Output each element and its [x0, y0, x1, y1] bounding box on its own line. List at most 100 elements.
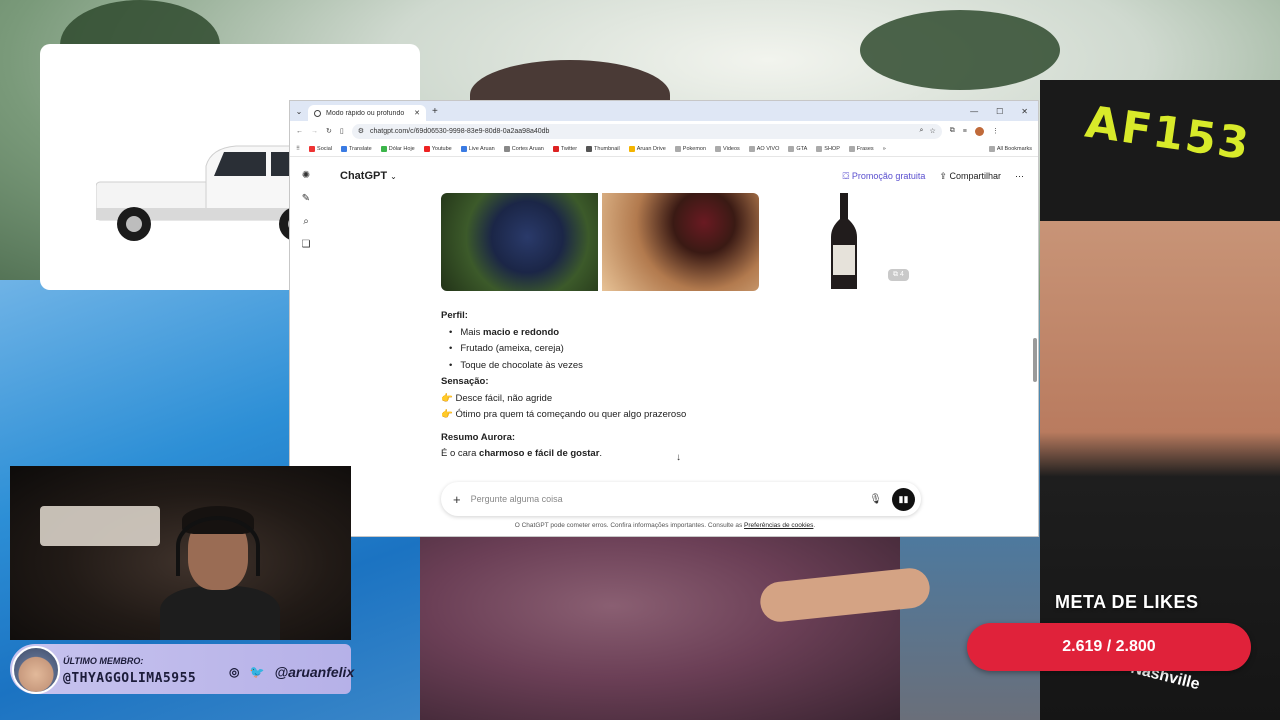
- streamer: [160, 506, 280, 640]
- member-label: ÚLTIMO MEMBRO:: [63, 656, 144, 666]
- bookmark-cortes-aruan[interactable]: Cortes Aruan: [503, 145, 544, 152]
- member-name: @THYAGGOLIMA5955: [63, 671, 197, 686]
- bookmark-frases[interactable]: Frases: [848, 145, 874, 152]
- bookmark-social[interactable]: Social: [309, 145, 332, 152]
- close-tab-icon[interactable]: ✕: [414, 109, 420, 117]
- profile-list: Mais macio e redondo Frutado (ameixa, ce…: [441, 325, 881, 375]
- social-handle: @aruanfelix: [274, 664, 355, 680]
- new-tab-icon[interactable]: +: [432, 106, 438, 117]
- palm-foliage: [860, 10, 1060, 90]
- likes-goal-value: 2.619 / 2.800: [1062, 638, 1156, 655]
- header-actions: ⛋ Promoção gratuita ⇪ Compartilhar ⋯: [843, 171, 1024, 182]
- bookmark-star-icon[interactable]: ☆: [929, 127, 935, 135]
- list-item: 👉 Desce fácil, não agride: [441, 392, 553, 404]
- more-options-icon[interactable]: ⋯: [1015, 171, 1024, 182]
- webcam-feed: [10, 466, 351, 640]
- forward-icon[interactable]: →: [311, 128, 318, 135]
- cookie-preferences-link[interactable]: Preferências de cookies: [744, 522, 813, 529]
- bookmark-thumbnail[interactable]: Thumbnail: [586, 145, 620, 152]
- tab-title: Modo rápido ou profundo: [326, 109, 405, 117]
- assistant-message: Perfil: Mais macio e redondo Frutado (am…: [441, 308, 881, 463]
- microphone-icon[interactable]: 🎙: [869, 494, 882, 505]
- instagram-icon: ◎: [229, 665, 240, 679]
- grapes-image[interactable]: [441, 193, 598, 291]
- openai-logo-icon[interactable]: ✺: [302, 170, 310, 181]
- pointing-hand-icon: 👉: [441, 409, 456, 420]
- list-item: Frutado (ameixa, cereja): [449, 341, 881, 358]
- social-handles: ◎ 🐦 @aruanfelix: [229, 664, 354, 680]
- address-bar: ← → ↻ ▯ ⚙ chatgpt.com/c/69d06530-9998-83…: [290, 121, 1038, 141]
- chatgpt-favicon-icon: [314, 109, 321, 117]
- add-attachment-icon[interactable]: +: [453, 492, 461, 507]
- maximize-icon[interactable]: ☐: [996, 107, 1003, 116]
- new-chat-icon[interactable]: ✎: [302, 193, 310, 204]
- chatgpt-app: ✺ ✎ ⌕ ❏ ChatGPT ⌄ ⛋ Promoção gratuita ⇪ …: [290, 158, 1038, 536]
- prompt-composer[interactable]: + Pergunte alguma coisa 🎙 ▮▮: [441, 482, 921, 516]
- couch: [40, 506, 160, 546]
- bookmark-videos[interactable]: Videos: [715, 145, 740, 152]
- close-window-icon[interactable]: ✕: [1021, 107, 1028, 116]
- promo-button[interactable]: ⛋ Promoção gratuita: [843, 171, 926, 182]
- bookmark-aruan-drive[interactable]: Aruan Drive: [628, 145, 666, 152]
- pointing-hand-icon: 👉: [441, 392, 456, 404]
- last-member-bar: ÚLTIMO MEMBRO: @THYAGGOLIMA5955 ◎ 🐦 @aru…: [10, 644, 354, 694]
- summary-heading: Resumo Aurora:: [441, 431, 516, 443]
- chevron-down-icon: ⌄: [390, 172, 397, 181]
- wine-bottle-image[interactable]: [827, 193, 861, 291]
- bookmark-gta[interactable]: GTA: [788, 145, 807, 152]
- twitter-icon: 🐦: [249, 665, 265, 679]
- tab-strip: ⌄ Modo rápido ou profundo ✕ + — ☐ ✕: [290, 101, 1038, 121]
- apps-grid-icon[interactable]: ⠿: [296, 146, 300, 152]
- image-results: [441, 193, 759, 291]
- site-info-icon[interactable]: ⚙: [358, 127, 364, 135]
- bookmark-shop[interactable]: SHOP: [816, 145, 840, 152]
- disclaimer: O ChatGPT pode cometer erros. Confira in…: [514, 522, 816, 529]
- list-item: 👉 Ótimo pra quem tá começando ou quer al…: [441, 409, 687, 420]
- member-avatar: [12, 646, 60, 694]
- reload-icon[interactable]: ↻: [326, 127, 332, 135]
- wine-glass-image[interactable]: [602, 193, 759, 291]
- profile-avatar-icon[interactable]: [974, 126, 984, 136]
- model-name: ChatGPT: [340, 170, 388, 182]
- more-images-badge[interactable]: ⧉ 4: [888, 269, 909, 281]
- bookmarks-bar: ⠿ Social Translate Dólar Hoje Youtube Li…: [290, 141, 1038, 157]
- profile-heading: Perfil:: [441, 310, 468, 321]
- url-text: chatgpt.com/c/69d06530-9998-83e9-80d8-0a…: [370, 127, 550, 135]
- extensions-icon[interactable]: ⧉: [950, 127, 955, 135]
- browser-menu-icon[interactable]: ⋮: [992, 127, 999, 135]
- share-button[interactable]: ⇪ Compartilhar: [939, 171, 1001, 182]
- side-panel-icon[interactable]: ▯: [340, 127, 344, 135]
- voice-mode-button[interactable]: ▮▮: [892, 487, 915, 511]
- window-controls: — ☐ ✕: [970, 107, 1038, 116]
- library-icon[interactable]: ❏: [302, 239, 311, 250]
- scrollbar-thumb[interactable]: [1033, 338, 1037, 382]
- bookmark-twitter[interactable]: Twitter: [552, 145, 577, 152]
- bookmark-pokemon[interactable]: Pokemon: [674, 145, 706, 152]
- search-icon[interactable]: ⌕: [303, 216, 309, 227]
- bookmark-live-aruan[interactable]: Live Aruan: [460, 145, 495, 152]
- likes-goal-bar: 2.619 / 2.800: [967, 623, 1251, 671]
- model-selector[interactable]: ChatGPT ⌄: [340, 170, 397, 182]
- all-bookmarks[interactable]: All Bookmarks: [988, 145, 1032, 152]
- tab-active[interactable]: Modo rápido ou profundo ✕: [308, 105, 426, 121]
- back-icon[interactable]: ←: [296, 128, 303, 135]
- zoom-icon[interactable]: ⌕: [920, 127, 924, 135]
- bookmark-youtube[interactable]: Youtube: [423, 145, 452, 152]
- url-field[interactable]: ⚙ chatgpt.com/c/69d06530-9998-83e9-80d8-…: [351, 123, 942, 139]
- bookmarks-overflow-icon[interactable]: »: [883, 146, 886, 152]
- likes-goal-title: META DE LIKES: [1055, 592, 1199, 612]
- bookmark-dolar-hoje[interactable]: Dólar Hoje: [380, 145, 415, 152]
- list-item: Toque de chocolate às vezes: [449, 358, 881, 375]
- minimize-icon[interactable]: —: [970, 107, 978, 116]
- tab-search-icon[interactable]: ⌄: [290, 107, 308, 116]
- browser-window: ⌄ Modo rápido ou profundo ✕ + — ☐ ✕ ← → …: [289, 100, 1039, 537]
- woman-dress: [420, 530, 900, 720]
- prompt-input[interactable]: Pergunte alguma coisa: [471, 494, 860, 504]
- list-item: Mais macio e redondo: [449, 325, 881, 342]
- bookmark-ao-vivo[interactable]: AO VIVO: [748, 145, 779, 152]
- sensation-heading: Sensação:: [441, 376, 489, 387]
- bookmark-translate[interactable]: Translate: [341, 145, 372, 152]
- share-icon: ⇪: [939, 171, 950, 181]
- scroll-down-icon[interactable]: ↓: [676, 452, 681, 463]
- reading-list-icon[interactable]: ≡: [963, 128, 967, 135]
